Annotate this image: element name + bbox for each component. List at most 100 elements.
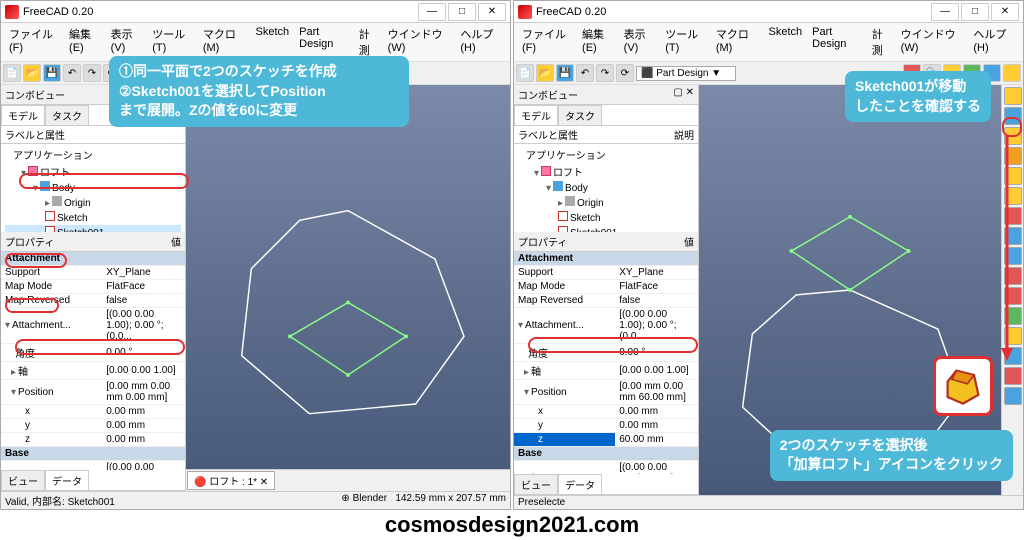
model-tree[interactable]: アプリケーション ▾ロフト ▾Body ▸Origin Sketch Sketc…	[514, 144, 698, 232]
status-dims: 142.59 mm x 207.57 mm	[395, 493, 506, 504]
menu-item[interactable]: Part Design	[295, 25, 353, 59]
menubar: ファイル(F) 編集(E) 表示(V) ツール(T) マクロ(M) Sketch…	[514, 23, 1023, 62]
callout-3: 2つのスケッチを選択後 「加算ロフト」アイコンをクリック	[770, 430, 1013, 481]
col-desc: 説明	[674, 127, 694, 142]
save-icon[interactable]: 💾	[43, 64, 61, 82]
titlebar: FreeCAD 0.20 ― □ ✕	[1, 1, 510, 23]
prop-z-value[interactable]: 60.00 mm	[615, 433, 698, 447]
nav-style[interactable]: Blender	[353, 493, 387, 504]
menu-item[interactable]: マクロ(M)	[199, 25, 250, 59]
menu-item[interactable]: マクロ(M)	[712, 25, 763, 59]
status-valid: Valid, 内部名: Sketch001	[5, 493, 115, 508]
tree-app[interactable]: アプリケーション	[518, 146, 694, 163]
tree-sketch001[interactable]: Sketch001	[518, 225, 694, 232]
menu-item[interactable]: Part Design	[808, 25, 866, 59]
tab-task[interactable]: タスク	[45, 105, 89, 125]
tree-origin[interactable]: ▸Origin	[518, 195, 694, 210]
tree-doc[interactable]: ▾ロフト	[518, 163, 694, 180]
3d-viewport[interactable]: 🔴 ロフト : 1* ✕	[186, 85, 510, 491]
combo-view-panel: コンボビュー▢ ✕ モデル タスク ラベルと属性 説明 アプリケーション ▾ロフ…	[514, 85, 699, 495]
refresh-icon[interactable]: ⟳	[616, 64, 634, 82]
tab-data[interactable]: データ	[558, 474, 602, 494]
menu-item[interactable]: ヘルプ(H)	[456, 25, 506, 59]
menu-item[interactable]: ツール(T)	[148, 25, 197, 59]
freecad-window-left: FreeCAD 0.20 ― □ ✕ ファイル(F) 編集(E) 表示(V) ツ…	[0, 0, 511, 510]
tree-body[interactable]: ▾Body	[518, 180, 694, 195]
menu-item[interactable]: ウインドウ(W)	[897, 25, 968, 59]
window-title: FreeCAD 0.20	[23, 6, 418, 18]
tab-model[interactable]: モデル	[514, 105, 558, 125]
tree-sketch[interactable]: Sketch	[518, 210, 694, 225]
tree-sketch[interactable]: Sketch	[5, 210, 181, 225]
tab-view[interactable]: ビュー	[514, 474, 558, 494]
new-doc-icon[interactable]: 📄	[3, 64, 21, 82]
menu-item[interactable]: 計測	[868, 25, 895, 59]
menu-item[interactable]: 計測	[355, 25, 382, 59]
new-doc-icon[interactable]: 📄	[516, 64, 534, 82]
menu-item[interactable]: 編集(E)	[578, 25, 618, 59]
menu-item[interactable]: ファイル(F)	[5, 25, 63, 59]
open-icon[interactable]: 📂	[23, 64, 41, 82]
minimize-button[interactable]: ―	[931, 3, 959, 21]
minimize-button[interactable]: ―	[418, 3, 446, 21]
freecad-logo-icon	[518, 5, 532, 19]
rt-icon[interactable]	[1004, 387, 1022, 405]
tab-data[interactable]: データ	[45, 470, 89, 490]
redo-icon[interactable]: ↷	[596, 64, 614, 82]
highlight-position	[5, 298, 59, 313]
value-header: 値	[684, 234, 694, 249]
tab-model[interactable]: モデル	[1, 105, 45, 125]
panel-close-icon[interactable]: ▢ ✕	[673, 87, 694, 102]
property-table: Attachment SupportXY_Plane Map ModeFlatF…	[1, 252, 185, 470]
menu-item[interactable]: Sketch	[765, 25, 807, 59]
col-label: ラベルと属性	[5, 127, 181, 142]
value-header: 値	[171, 234, 181, 249]
redo-icon[interactable]: ↷	[83, 64, 101, 82]
document-tab[interactable]: 🔴 ロフト : 1* ✕	[187, 471, 275, 490]
loft-icon-enlarged	[933, 356, 993, 416]
tree-origin[interactable]: ▸Origin	[5, 195, 181, 210]
maximize-button[interactable]: □	[448, 3, 476, 21]
open-icon[interactable]: 📂	[536, 64, 554, 82]
t4-icon[interactable]	[1003, 64, 1021, 82]
highlight-z-row	[15, 339, 185, 355]
group-base: Base	[1, 447, 185, 461]
property-table: Attachment SupportXY_Plane Map ModeFlatF…	[514, 252, 698, 474]
freecad-window-right: FreeCAD 0.20 ― □ ✕ ファイル(F) 編集(E) 表示(V) ツ…	[513, 0, 1024, 510]
menu-item[interactable]: ヘルプ(H)	[969, 25, 1019, 59]
close-button[interactable]: ✕	[478, 3, 506, 21]
tab-task[interactable]: タスク	[558, 105, 602, 125]
menu-item[interactable]: 編集(E)	[65, 25, 105, 59]
menu-item[interactable]: ツール(T)	[661, 25, 710, 59]
property-header: プロパティ	[518, 234, 567, 249]
undo-icon[interactable]: ↶	[63, 64, 81, 82]
panel-title: コンボビュー	[518, 87, 578, 102]
menu-item[interactable]: ウインドウ(W)	[384, 25, 455, 59]
window-title: FreeCAD 0.20	[536, 6, 931, 18]
highlight-attachment	[5, 253, 67, 268]
maximize-button[interactable]: □	[961, 3, 989, 21]
menu-item[interactable]: 表示(V)	[620, 25, 660, 59]
status-bar: Preselecte	[514, 495, 1023, 509]
status-bar: Valid, 内部名: Sketch001 ⊕ Blender 142.59 m…	[1, 491, 510, 509]
prop-z-value[interactable]: 0.00 mm	[102, 433, 185, 447]
footer-url: cosmosdesign2021.com	[0, 510, 1024, 540]
menu-item[interactable]: ファイル(F)	[518, 25, 576, 59]
tree-app[interactable]: アプリケーション	[5, 146, 181, 163]
tab-view[interactable]: ビュー	[1, 470, 45, 490]
tree-sketch001[interactable]: Sketch001	[5, 225, 181, 232]
freecad-logo-icon	[5, 5, 19, 19]
callout-1: ①同一平面で2つのスケッチを作成 ②Sketch001を選択してPosition…	[109, 56, 409, 127]
undo-icon[interactable]: ↶	[576, 64, 594, 82]
close-button[interactable]: ✕	[991, 3, 1019, 21]
save-icon[interactable]: 💾	[556, 64, 574, 82]
prop-z: z	[1, 433, 102, 447]
rt-icon[interactable]	[1004, 367, 1022, 385]
workbench-selector[interactable]: ⬛ Part Design ▼	[636, 66, 736, 81]
property-header: プロパティ	[5, 234, 54, 249]
callout-2: Sketch001が移動 したことを確認する	[845, 71, 991, 122]
menu-item[interactable]: Sketch	[252, 25, 294, 59]
rt-icon[interactable]	[1004, 87, 1022, 105]
combo-view-panel: コンボビュー▢ ✕ モデル タスク ラベルと属性 アプリケーション ▾ロフト ▾…	[1, 85, 186, 491]
menu-item[interactable]: 表示(V)	[107, 25, 147, 59]
